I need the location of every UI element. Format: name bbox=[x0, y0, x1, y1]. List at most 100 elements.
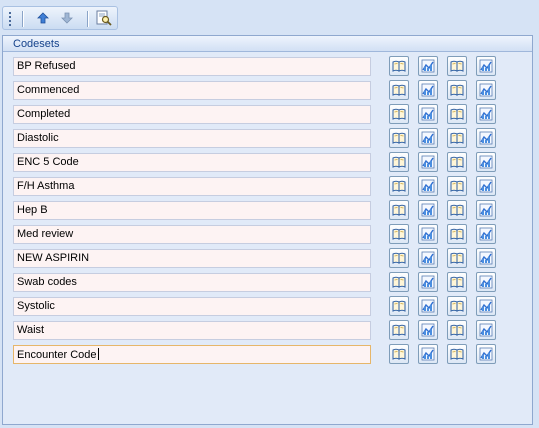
chart-arrow-button[interactable] bbox=[476, 248, 496, 268]
book-button[interactable] bbox=[447, 224, 467, 244]
chart-arrow-button[interactable] bbox=[476, 104, 496, 124]
codeset-input[interactable]: Med review bbox=[13, 225, 371, 244]
codeset-input[interactable]: BP Refused bbox=[13, 57, 371, 76]
chart-arrow-button[interactable] bbox=[418, 176, 438, 196]
chart-arrow-button[interactable] bbox=[418, 200, 438, 220]
book-button[interactable] bbox=[447, 344, 467, 364]
codeset-input[interactable]: Commenced bbox=[13, 81, 371, 100]
codeset-input[interactable]: NEW ASPIRIN bbox=[13, 249, 371, 268]
chart-arrow-button[interactable] bbox=[476, 296, 496, 316]
text-caret bbox=[97, 348, 99, 360]
chart-arrow-button[interactable] bbox=[418, 152, 438, 172]
chart-arrow-button[interactable] bbox=[418, 56, 438, 76]
book-button[interactable] bbox=[389, 176, 409, 196]
move-up-button[interactable] bbox=[33, 9, 53, 27]
chart-arrow-button[interactable] bbox=[418, 272, 438, 292]
chart-arrow-button[interactable] bbox=[476, 224, 496, 244]
codeset-input[interactable]: Systolic bbox=[13, 297, 371, 316]
search-document-button[interactable] bbox=[94, 9, 114, 27]
book-button[interactable] bbox=[447, 320, 467, 340]
book-icon bbox=[392, 348, 406, 360]
book-button[interactable] bbox=[389, 80, 409, 100]
chart-arrow-icon bbox=[479, 131, 493, 145]
chart-arrow-button[interactable] bbox=[476, 56, 496, 76]
codeset-row: Diastolic bbox=[13, 128, 513, 150]
chart-arrow-button[interactable] bbox=[476, 176, 496, 196]
book-button[interactable] bbox=[447, 128, 467, 148]
chart-arrow-button[interactable] bbox=[418, 128, 438, 148]
book-button[interactable] bbox=[389, 200, 409, 220]
chart-arrow-button[interactable] bbox=[476, 80, 496, 100]
book-icon bbox=[450, 84, 464, 96]
codeset-input[interactable]: Hep B bbox=[13, 201, 371, 220]
codeset-row: Completed bbox=[13, 104, 513, 126]
book-button[interactable] bbox=[447, 56, 467, 76]
book-button[interactable] bbox=[447, 272, 467, 292]
codeset-input[interactable]: F/H Asthma bbox=[13, 177, 371, 196]
chart-arrow-button[interactable] bbox=[476, 128, 496, 148]
book-button[interactable] bbox=[447, 104, 467, 124]
chart-arrow-icon bbox=[421, 347, 435, 361]
book-button[interactable] bbox=[389, 272, 409, 292]
move-down-button[interactable] bbox=[57, 9, 77, 27]
chart-arrow-button[interactable] bbox=[418, 224, 438, 244]
codeset-row: Encounter Code bbox=[13, 344, 513, 366]
book-button[interactable] bbox=[447, 200, 467, 220]
codeset-input[interactable]: ENC 5 Code bbox=[13, 153, 371, 172]
codeset-row: F/H Asthma bbox=[13, 176, 513, 198]
book-button[interactable] bbox=[389, 152, 409, 172]
book-button[interactable] bbox=[447, 176, 467, 196]
chart-arrow-icon bbox=[421, 83, 435, 97]
book-icon bbox=[450, 276, 464, 288]
book-button[interactable] bbox=[389, 344, 409, 364]
chart-arrow-icon bbox=[479, 83, 493, 97]
chart-arrow-button[interactable] bbox=[418, 80, 438, 100]
chart-arrow-icon bbox=[479, 347, 493, 361]
book-button[interactable] bbox=[447, 248, 467, 268]
codeset-input[interactable]: Completed bbox=[13, 105, 371, 124]
book-icon bbox=[450, 324, 464, 336]
chart-arrow-icon bbox=[421, 227, 435, 241]
book-button[interactable] bbox=[389, 128, 409, 148]
chart-arrow-button[interactable] bbox=[476, 320, 496, 340]
book-icon bbox=[392, 132, 406, 144]
chart-arrow-button[interactable] bbox=[418, 320, 438, 340]
chart-arrow-button[interactable] bbox=[418, 344, 438, 364]
codeset-input[interactable]: Diastolic bbox=[13, 129, 371, 148]
book-icon bbox=[450, 132, 464, 144]
search-document-icon bbox=[96, 10, 112, 26]
book-button[interactable] bbox=[389, 296, 409, 316]
chart-arrow-button[interactable] bbox=[418, 248, 438, 268]
chart-arrow-button[interactable] bbox=[418, 104, 438, 124]
arrow-up-icon bbox=[37, 12, 49, 24]
chart-arrow-icon bbox=[479, 179, 493, 193]
book-icon bbox=[450, 348, 464, 360]
grip-icon[interactable] bbox=[9, 12, 12, 26]
book-button[interactable] bbox=[389, 56, 409, 76]
book-button[interactable] bbox=[389, 320, 409, 340]
chart-arrow-button[interactable] bbox=[476, 272, 496, 292]
book-button[interactable] bbox=[447, 80, 467, 100]
chart-arrow-button[interactable] bbox=[476, 344, 496, 364]
codeset-input[interactable]: Encounter Code bbox=[13, 345, 371, 364]
codeset-row: BP Refused bbox=[13, 56, 513, 78]
chart-arrow-button[interactable] bbox=[476, 152, 496, 172]
chart-arrow-icon bbox=[479, 275, 493, 289]
book-icon bbox=[450, 108, 464, 120]
book-icon bbox=[450, 180, 464, 192]
codeset-input[interactable]: Swab codes bbox=[13, 273, 371, 292]
codeset-input[interactable]: Waist bbox=[13, 321, 371, 340]
toolbar bbox=[0, 0, 539, 33]
book-icon bbox=[392, 180, 406, 192]
book-icon bbox=[392, 228, 406, 240]
book-button[interactable] bbox=[389, 104, 409, 124]
book-button[interactable] bbox=[389, 224, 409, 244]
codeset-row: Commenced bbox=[13, 80, 513, 102]
chart-arrow-icon bbox=[479, 227, 493, 241]
book-icon bbox=[392, 204, 406, 216]
book-button[interactable] bbox=[447, 152, 467, 172]
chart-arrow-button[interactable] bbox=[476, 200, 496, 220]
book-button[interactable] bbox=[447, 296, 467, 316]
chart-arrow-button[interactable] bbox=[418, 296, 438, 316]
book-button[interactable] bbox=[389, 248, 409, 268]
